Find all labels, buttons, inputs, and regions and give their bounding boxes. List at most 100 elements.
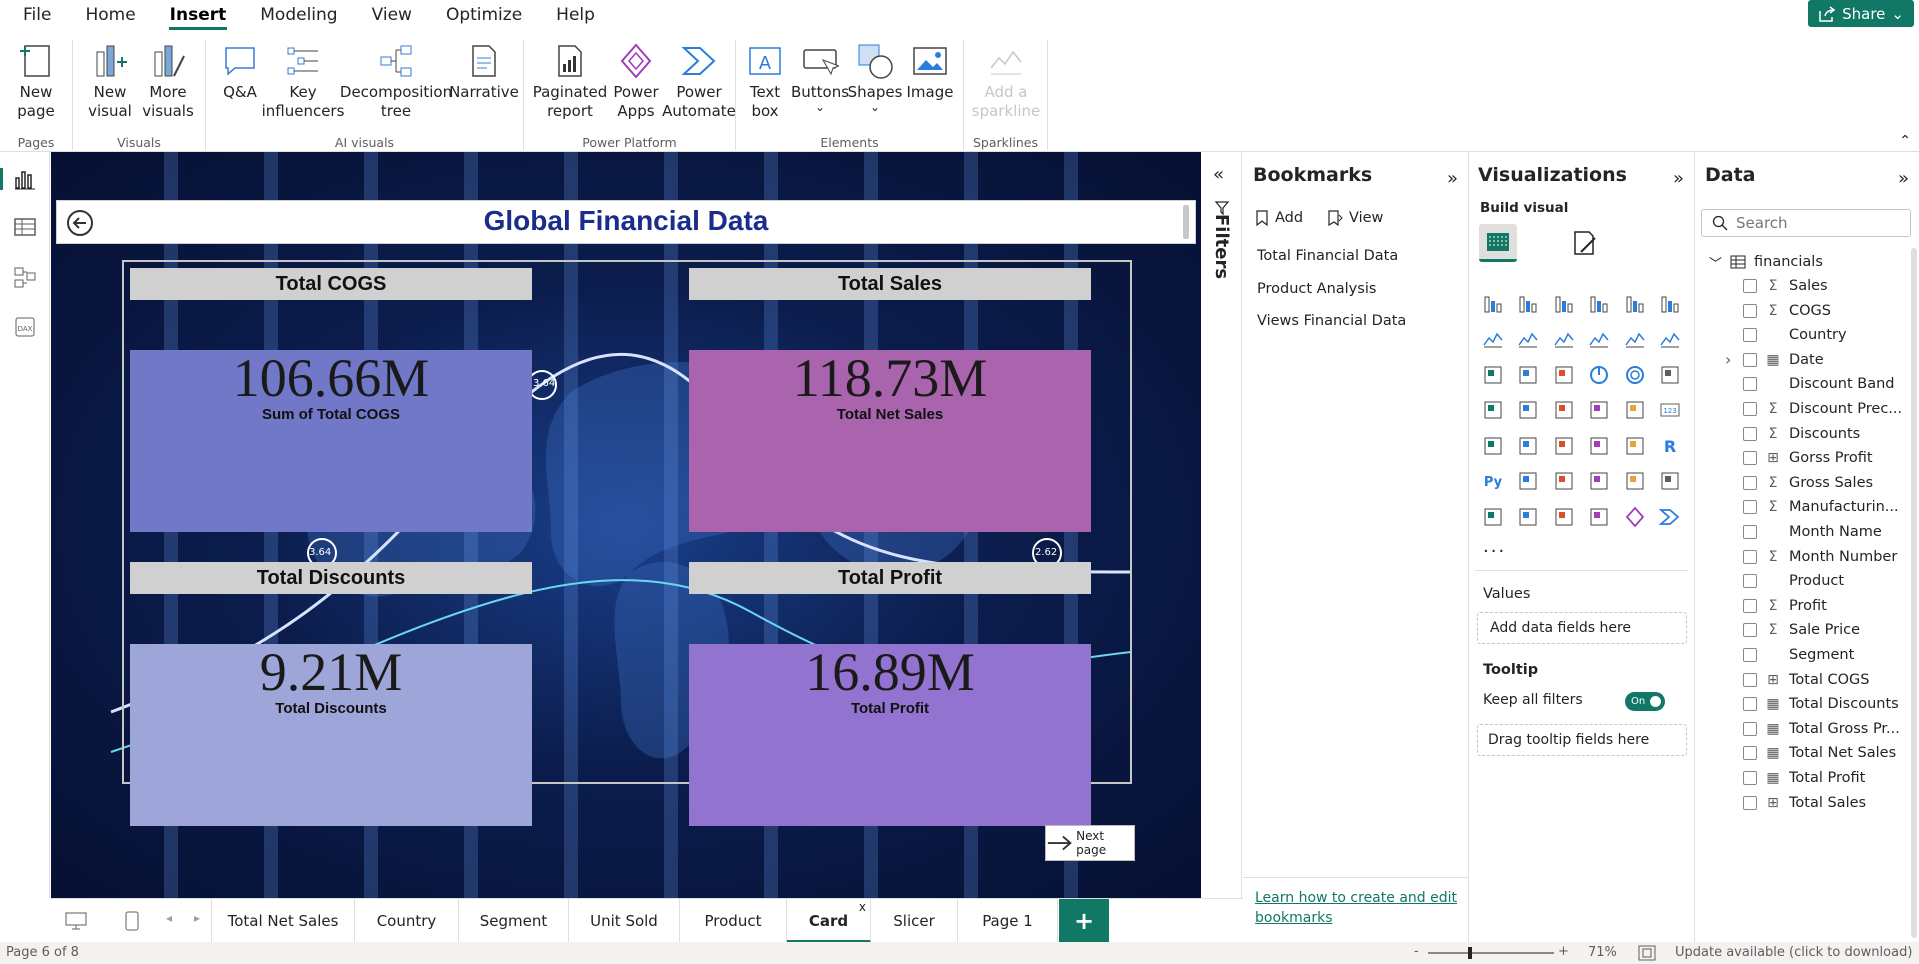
field-row[interactable]: Month Name <box>1695 520 1915 544</box>
field-row[interactable]: Σ Manufacturin... <box>1695 495 1915 519</box>
tab-country[interactable]: Country <box>355 899 459 943</box>
line-stacked-column-visual-icon[interactable] <box>1475 357 1511 393</box>
desktop-layout-icon[interactable] <box>65 912 87 930</box>
ribbon-visual-icon[interactable] <box>1582 322 1618 358</box>
field-checkbox[interactable] <box>1743 500 1757 515</box>
table-node-financials[interactable]: ﹀ financials <box>1709 250 1823 274</box>
line-visual-icon[interactable] <box>1475 322 1511 358</box>
collapse-ribbon-icon[interactable]: ⌃ <box>1899 133 1911 149</box>
table-view-icon[interactable] <box>12 214 38 240</box>
power-automate-button[interactable]: Power Automate <box>662 42 736 121</box>
100-stacked-column-visual-icon[interactable] <box>1653 286 1689 322</box>
kpi-visual-icon[interactable] <box>1511 428 1547 464</box>
field-checkbox[interactable] <box>1743 549 1757 564</box>
field-row[interactable]: Σ Discount Prec... <box>1695 397 1915 421</box>
field-row[interactable]: Country <box>1695 323 1915 347</box>
goals-visual-icon[interactable] <box>1653 464 1689 500</box>
shapes-button[interactable]: Shapes ⌄ <box>848 42 902 113</box>
zoom-thumb[interactable] <box>1468 947 1472 959</box>
view-bookmark-button[interactable]: View <box>1327 210 1383 226</box>
field-checkbox[interactable] <box>1743 402 1757 416</box>
power-apps-visual-icon[interactable] <box>1617 499 1653 535</box>
scatter-visual-icon[interactable] <box>1546 357 1582 393</box>
zoom-slider[interactable] <box>1428 947 1554 959</box>
tab-unit-sold[interactable]: Unit Sold <box>569 899 680 943</box>
field-row[interactable]: Product <box>1695 569 1915 593</box>
field-row[interactable]: Σ Gross Sales <box>1695 471 1915 495</box>
add-bookmark-button[interactable]: Add <box>1255 210 1303 226</box>
bookmark-item[interactable]: Product Analysis <box>1257 281 1376 297</box>
menu-file[interactable]: File <box>0 0 68 30</box>
menu-help[interactable]: Help <box>539 0 612 30</box>
100-stacked-bar-visual-icon[interactable] <box>1617 286 1653 322</box>
add-page-button[interactable]: + <box>1059 899 1109 943</box>
more-visuals-ellipsis[interactable]: ... <box>1483 536 1506 557</box>
zoom-in-button[interactable]: + <box>1558 944 1569 959</box>
field-checkbox[interactable] <box>1743 623 1757 638</box>
collapse-pane-icon[interactable]: » <box>1898 168 1909 189</box>
field-checkbox[interactable] <box>1743 795 1757 810</box>
tab-segment[interactable]: Segment <box>459 899 569 943</box>
field-row[interactable]: Σ Profit <box>1695 594 1915 618</box>
field-checkbox[interactable] <box>1743 746 1757 761</box>
new-page-button[interactable]: New page <box>10 42 62 121</box>
tab-scroll-left-icon[interactable]: ◂ <box>166 911 172 925</box>
values-drop-zone[interactable]: Add data fields here <box>1477 612 1687 644</box>
field-checkbox[interactable] <box>1743 377 1757 392</box>
map-visual-icon[interactable] <box>1511 393 1547 429</box>
clustered-bar-visual-icon[interactable] <box>1546 286 1582 322</box>
field-checkbox[interactable] <box>1743 352 1757 367</box>
key-influencers-visual-icon[interactable] <box>1511 464 1547 500</box>
menu-modeling[interactable]: Modeling <box>243 0 354 30</box>
narrative-visual-icon[interactable] <box>1617 464 1653 500</box>
field-row[interactable]: ▦ Total Net Sales <box>1695 741 1915 765</box>
chevron-right-icon[interactable]: › <box>1725 350 1731 369</box>
paginated-report-button[interactable]: Paginated report <box>532 42 608 121</box>
update-available-link[interactable]: Update available (click to download) <box>1675 945 1912 960</box>
field-checkbox[interactable] <box>1743 771 1757 785</box>
bookmark-item[interactable]: Total Financial Data <box>1257 248 1398 264</box>
field-row[interactable]: ⊞ Total Sales <box>1695 791 1915 815</box>
field-checkbox[interactable] <box>1743 648 1757 662</box>
share-button[interactable]: Share ⌄ <box>1808 0 1914 27</box>
paginated-visual-icon[interactable] <box>1475 499 1511 535</box>
matrix-visual-icon[interactable] <box>1617 428 1653 464</box>
card-visual-icon[interactable]: 123 <box>1653 393 1689 429</box>
gauge-visual-icon[interactable] <box>1617 393 1653 429</box>
field-checkbox[interactable] <box>1743 697 1757 712</box>
field-checkbox[interactable] <box>1743 328 1757 343</box>
key-influencers-button[interactable]: Key influencers <box>262 42 344 121</box>
scrollbar[interactable] <box>1183 205 1189 239</box>
python-visual-visual-icon[interactable]: Py <box>1475 464 1511 500</box>
decomposition-tree-button[interactable]: Decomposition tree <box>340 42 452 121</box>
field-row[interactable]: Σ Discounts <box>1695 422 1915 446</box>
field-checkbox[interactable] <box>1743 303 1757 318</box>
collapse-pane-icon[interactable]: » <box>1673 168 1684 189</box>
waterfall-visual-icon[interactable] <box>1617 322 1653 358</box>
field-checkbox[interactable] <box>1743 598 1757 613</box>
filters-pane-collapsed[interactable]: « Filters <box>1201 152 1242 898</box>
field-checkbox[interactable] <box>1743 475 1757 490</box>
tab-slicer[interactable]: Slicer <box>871 899 958 943</box>
field-checkbox[interactable] <box>1743 279 1757 293</box>
learn-bookmarks-link[interactable]: Learn how to create and edit bookmarks <box>1255 888 1465 928</box>
funnel-visual-icon[interactable] <box>1511 357 1547 393</box>
model-view-icon[interactable] <box>12 264 38 290</box>
field-row[interactable]: Σ Month Number <box>1695 545 1915 569</box>
menu-insert[interactable]: Insert <box>153 0 244 30</box>
field-checkbox[interactable] <box>1743 426 1757 441</box>
keep-filters-toggle[interactable]: On <box>1625 692 1665 711</box>
donut-visual-icon[interactable] <box>1617 357 1653 393</box>
r-visual-visual-icon[interactable]: R <box>1653 428 1689 464</box>
tooltip-drop-zone[interactable]: Drag tooltip fields here <box>1477 724 1687 756</box>
treemap-visual-icon[interactable] <box>1475 393 1511 429</box>
card-total-profit[interactable]: Total Profit 16.89M Total Profit <box>689 562 1091 826</box>
field-row[interactable]: ▦ Total Discounts <box>1695 692 1915 716</box>
tab-page-1[interactable]: Page 1 <box>958 899 1058 943</box>
stacked-area-visual-icon[interactable] <box>1546 322 1582 358</box>
field-row[interactable]: › ▦ Date <box>1695 348 1915 372</box>
new-visual-button[interactable]: New visual <box>87 42 133 121</box>
field-row[interactable]: ⊞ Total COGS <box>1695 668 1915 692</box>
search-box[interactable] <box>1701 209 1911 237</box>
field-row[interactable]: Σ Sale Price <box>1695 618 1915 642</box>
